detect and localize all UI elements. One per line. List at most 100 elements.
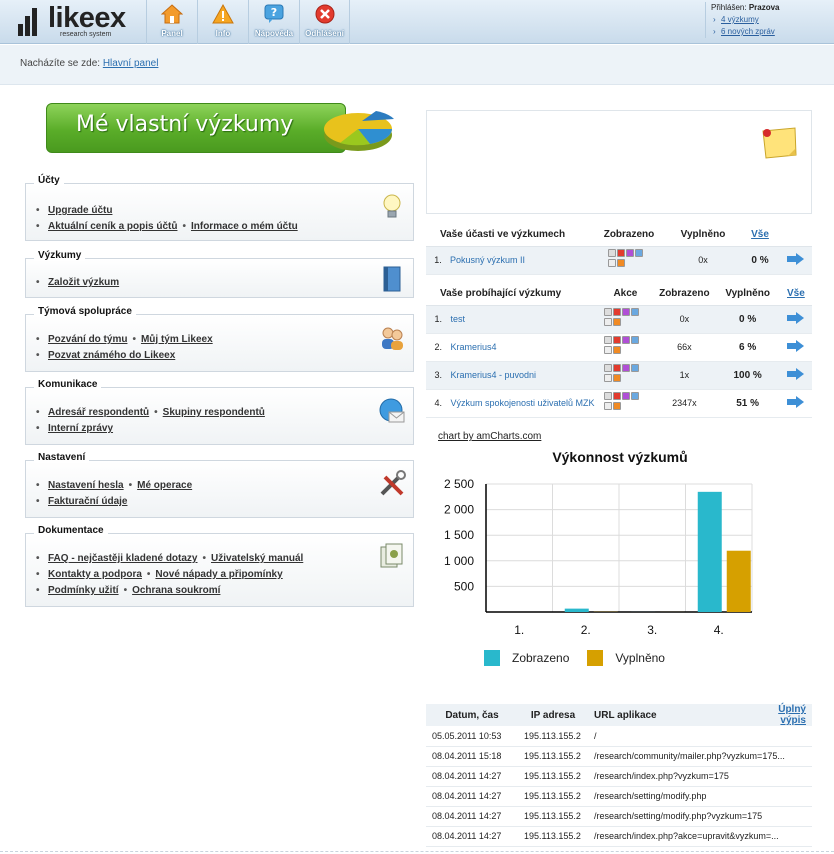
x-tick-label: 2. xyxy=(581,623,591,637)
link-billing[interactable]: Fakturační údaje xyxy=(48,496,127,507)
legend-item[interactable]: Vyplněno xyxy=(587,650,665,666)
section-links: • Pozvání do týmu • Můj tým Likeex • Pozvat … xyxy=(36,334,213,361)
link-create-research[interactable]: Založit výzkum xyxy=(48,277,119,288)
research-link[interactable]: Kramerius4 - puvodni xyxy=(450,370,536,380)
section-documentation: Dokumentace • FAQ - nejčastěji kladené do… xyxy=(25,525,414,607)
chart-credit-link[interactable]: chart by amCharts.com xyxy=(438,431,541,442)
go-arrow-icon[interactable] xyxy=(786,312,805,324)
user-link-messages[interactable]: 6 nových zpráv xyxy=(711,26,830,38)
go-arrow-icon[interactable] xyxy=(786,340,805,352)
section-title: Týmová spolupráce xyxy=(34,306,136,317)
sticky-note-icon[interactable] xyxy=(760,125,798,161)
link-contacts-support[interactable]: Kontakty a podpora xyxy=(48,569,142,580)
filled-header: Vyplněno xyxy=(715,283,780,306)
link-user-manual[interactable]: Uživatelský manuál xyxy=(211,553,303,564)
go-arrow-icon[interactable] xyxy=(786,396,805,408)
legend-item[interactable]: Zobrazeno xyxy=(484,650,569,666)
home-icon xyxy=(161,4,183,24)
link-my-operations[interactable]: Mé operace xyxy=(137,480,192,491)
link-invite-friend[interactable]: Pozvat známého do Likeex xyxy=(48,350,175,361)
chart-title: Výkonnost výzkumů xyxy=(552,449,688,465)
bar-zobrazeno xyxy=(564,608,589,612)
full-listing-link[interactable]: Úplný výpis xyxy=(778,704,806,726)
logo[interactable]: likeex research system xyxy=(18,2,146,40)
research-link[interactable]: Výzkum spokojenosti uživatelů MZK xyxy=(450,398,594,408)
log-url-header: URL aplikace xyxy=(588,704,744,726)
banner-text: Mé vlastní výzkumy xyxy=(76,112,294,137)
legend-label: Vyplněno xyxy=(615,651,665,665)
page-divider xyxy=(0,851,834,852)
user-link-researches[interactable]: 4 výzkumy xyxy=(711,14,830,26)
link-my-team[interactable]: Můj tým Likeex xyxy=(141,334,213,345)
tools-icon xyxy=(380,470,406,496)
nav-help[interactable]: ? Nápověda xyxy=(248,0,299,44)
action-icons[interactable] xyxy=(604,364,646,384)
nav-logout[interactable]: Odhlášení xyxy=(299,0,350,44)
table-row: 08.04.2011 14:27 195.113.155.2/research/i… xyxy=(426,766,812,787)
svg-text:?: ? xyxy=(271,6,277,19)
section-title: Účty xyxy=(34,175,64,186)
bar-vyplněno xyxy=(726,550,751,612)
section-links: • Adresář respondentů • Skupiny respondentů… xyxy=(36,407,265,434)
section-links: • Založit výzkum xyxy=(36,277,120,288)
bar-zobrazeno xyxy=(697,491,722,612)
table-row: 08.04.2011 14:27 195.113.155.2/research/s… xyxy=(426,786,812,807)
action-icons[interactable] xyxy=(604,392,646,412)
link-internal-messages[interactable]: Interní zprávy xyxy=(48,423,113,434)
action-icons[interactable] xyxy=(604,308,646,328)
breadcrumb-link[interactable]: Hlavní panel xyxy=(103,58,159,69)
y-tick-label: 1 500 xyxy=(444,528,474,542)
nav-logout-label: Odhlášení xyxy=(305,29,344,38)
section-communication: Komunikace • Adresář respondentů • Skupiny … xyxy=(25,379,414,445)
shown-header: Zobrazeno xyxy=(592,224,666,247)
y-tick-label: 1 000 xyxy=(444,554,474,568)
section-settings: Nastavení • Nastavení hesla • Mé operace • F… xyxy=(25,452,414,518)
action-icons[interactable] xyxy=(604,336,646,356)
research-link[interactable]: test xyxy=(450,314,465,324)
y-tick-label: 500 xyxy=(454,579,474,593)
link-privacy[interactable]: Ochrana soukromí xyxy=(132,585,220,596)
book-icon xyxy=(383,266,401,292)
y-tick-label: 2 000 xyxy=(444,503,474,517)
link-password-settings[interactable]: Nastavení hesla xyxy=(48,480,124,491)
research-link[interactable]: Pokusný výzkum II xyxy=(450,255,525,265)
participation-table: Vaše účasti ve výzkumech Zobrazeno Vypln… xyxy=(426,224,812,275)
main-nav: Panel Info ? Nápověda Odhlášení xyxy=(146,0,350,44)
section-title: Výzkumy xyxy=(34,250,86,261)
running-header: Vaše probíhající výzkumy xyxy=(426,283,598,306)
link-faq[interactable]: FAQ - nejčastěji kladené dotazy xyxy=(48,553,198,564)
link-pricing[interactable]: Aktuální ceník a popis účtů xyxy=(48,221,177,232)
link-terms-of-use[interactable]: Podmínky užití xyxy=(48,585,119,596)
link-upgrade-account[interactable]: Upgrade účtu xyxy=(48,205,112,216)
actions-header: Akce xyxy=(597,283,654,306)
all-link[interactable]: Vše xyxy=(787,288,805,299)
log-ip-header: IP adresa xyxy=(518,704,588,726)
go-arrow-icon[interactable] xyxy=(786,368,805,380)
y-tick-label: 2 500 xyxy=(444,477,474,491)
user-logged-in: Přihlášen: Prazova xyxy=(711,3,780,12)
section-links: • FAQ - nejčastěji kladené dotazy • Uživate… xyxy=(36,553,304,596)
chart-x-ticks: 1. 2. 3. 4. xyxy=(514,623,724,637)
notes-box xyxy=(426,110,812,214)
filled-header: Vyplněno xyxy=(666,224,740,247)
nav-info[interactable]: Info xyxy=(197,0,248,44)
go-arrow-icon[interactable] xyxy=(787,253,805,265)
link-respondent-directory[interactable]: Adresář respondentů xyxy=(48,407,149,418)
breadcrumb: Nacházíte se zde: Hlavní panel xyxy=(20,58,159,69)
section-title: Dokumentace xyxy=(34,525,108,536)
section-title: Komunikace xyxy=(34,379,102,390)
nav-panel-label: Panel xyxy=(161,29,183,38)
link-respondent-groups[interactable]: Skupiny respondentů xyxy=(163,407,265,418)
nav-panel[interactable]: Panel xyxy=(146,0,197,44)
link-team-invite[interactable]: Pozvání do týmu xyxy=(48,334,127,345)
link-account-info[interactable]: Informace o mém účtu xyxy=(191,221,298,232)
action-icons[interactable] xyxy=(608,249,650,269)
chart-legend: Zobrazeno Vyplněno xyxy=(484,650,683,666)
table-row: 08.04.2011 14:27 195.113.155.2/research/s… xyxy=(426,806,812,827)
all-link[interactable]: Vše xyxy=(751,229,769,240)
my-researches-banner[interactable]: Mé vlastní výzkumy xyxy=(46,99,396,157)
documents-icon xyxy=(380,543,403,568)
research-link[interactable]: Kramerius4 xyxy=(450,342,496,352)
link-ideas-feedback[interactable]: Nové nápady a připomínky xyxy=(155,569,282,580)
x-tick-label: 1. xyxy=(514,623,524,637)
